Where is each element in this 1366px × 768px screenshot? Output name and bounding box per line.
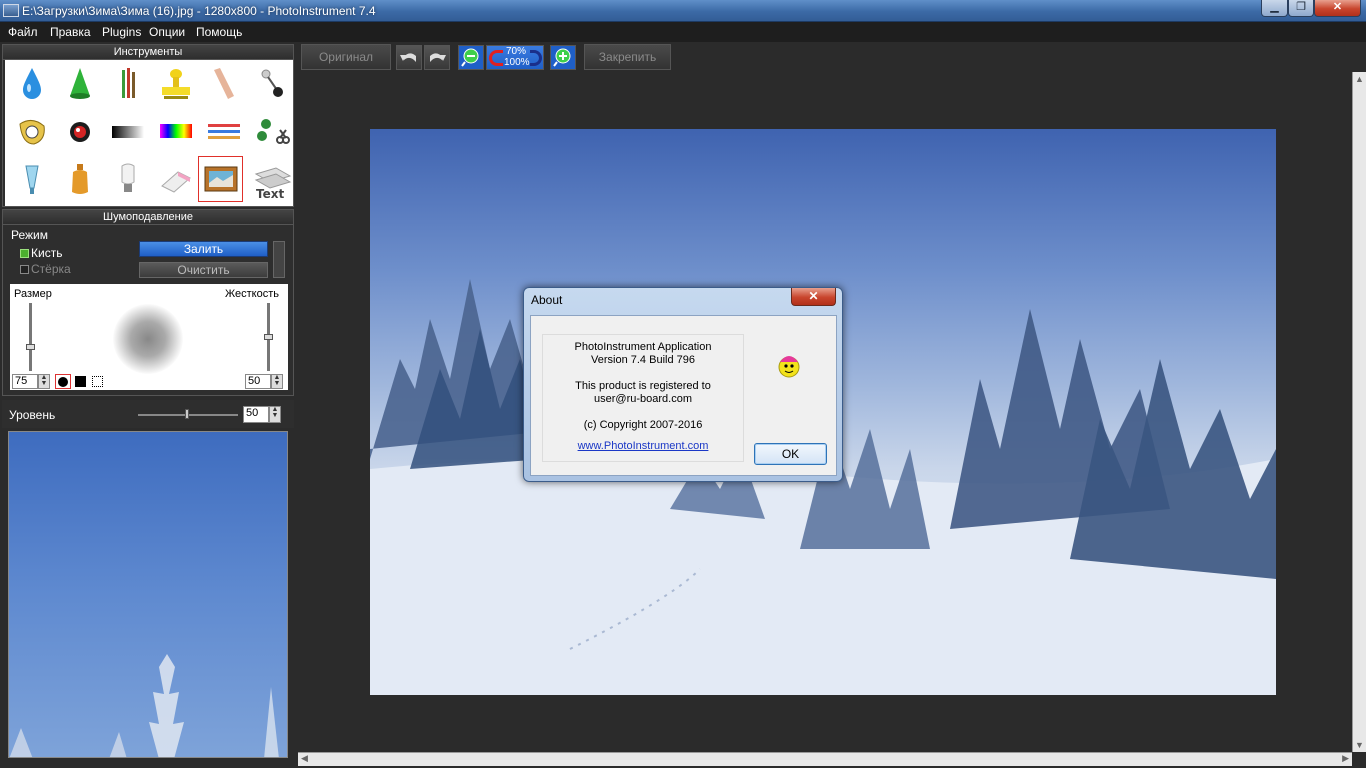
square-brush-icon[interactable] [75,376,86,387]
zoom-rotate-left-icon[interactable] [489,50,503,66]
size-input[interactable]: 75 [12,374,38,389]
close-button[interactable]: ✕ [1314,0,1361,17]
scroll-up-icon[interactable]: ▲ [1355,74,1364,84]
about-info-box: PhotoInstrument Application Version 7.4 … [542,334,744,462]
level-slider-thumb[interactable] [185,409,189,419]
tools-panel: Инструменты Text [2,44,294,207]
menu-help[interactable]: Помощь [196,25,242,39]
svg-text:Text: Text [256,187,284,201]
size-spinner[interactable]: ▲ ▼ [38,374,50,389]
about-copyright: (c) Copyright 2007-2016 [583,419,703,431]
skin-tool-icon[interactable] [202,62,246,106]
preview-trees-graphic [9,654,279,757]
clear-button[interactable]: Очистить [139,262,268,278]
stamp-tool-icon[interactable] [154,62,198,106]
mode-label: Режим [11,228,48,242]
title-bar: E:\Загрузки\Зима\Зима (16).jpg - 1280x80… [0,0,1366,22]
redo-icon[interactable] [424,45,450,70]
fill-button[interactable]: Залить [139,241,268,257]
pin-tool-icon[interactable] [250,62,294,106]
level-spinner[interactable]: ▲ ▼ [269,406,281,423]
zoom-in-icon[interactable] [550,45,576,70]
menu-options[interactable]: Опции [149,25,185,39]
noise-reduction-title: Шумоподавление [3,210,293,225]
hardness-slider-thumb[interactable] [264,334,273,340]
about-version: Version 7.4 Build 796 [591,354,695,366]
brush-checkbox[interactable] [20,249,29,258]
selection-brush-icon[interactable] [92,376,103,387]
original-button[interactable]: Оригинал [301,44,391,70]
bottle-tool-icon[interactable] [58,158,102,202]
clone-scissors-tool-icon[interactable] [250,110,294,154]
about-registered-line1: This product is registered to [575,380,711,392]
menu-bar: Файл Правка Plugins Опции Помощь [0,22,1366,42]
zoom-preview[interactable] [8,431,288,758]
zoom-value-top: 70% [506,46,527,57]
maximize-button[interactable]: ❐ [1288,0,1314,17]
size-slider-thumb[interactable] [26,344,35,350]
eraser-label: Стёрка [31,262,71,276]
level-input[interactable]: 50 [243,406,269,423]
about-title: About [531,293,563,307]
brush-settings-box: Размер Жесткость 75 ▲ ▼ 50 ▲ ▼ [10,284,288,390]
about-registered-line2: user@ru-board.com [594,393,692,405]
hardness-input[interactable]: 50 [245,374,271,389]
brush-label: Кисть [31,246,63,260]
gradient-tool-icon[interactable] [106,110,150,154]
menu-plugins[interactable]: Plugins [102,25,141,39]
eraser-tool-icon[interactable] [154,158,198,202]
minimize-button[interactable]: ▁ [1261,0,1288,17]
lamp-tool-icon[interactable] [106,158,150,202]
lines-tool-icon[interactable] [202,110,246,154]
about-website-link[interactable]: www.PhotoInstrument.com [578,440,709,452]
zoom-value-bottom: 100% [504,57,530,68]
menu-edit[interactable]: Правка [50,25,91,39]
size-slider[interactable] [29,303,32,371]
about-dialog: About ✕ PhotoInstrument Application Vers… [523,287,843,482]
scroll-left-icon[interactable]: ◀ [301,753,308,764]
ok-button[interactable]: OK [754,443,827,465]
level-label: Уровень [9,408,56,422]
tube-tool-icon[interactable] [10,158,54,202]
cone-tool-icon[interactable] [58,62,102,106]
window-title: E:\Загрузки\Зима\Зима (16).jpg - 1280x80… [22,4,376,18]
drop-tool-icon[interactable] [10,62,54,106]
tools-panel-title: Инструменты [3,45,293,60]
hardness-label: Жесткость [225,288,280,300]
about-close-button[interactable]: ✕ [791,288,836,306]
menu-file[interactable]: Файл [8,25,38,39]
text-tool-icon[interactable]: Text [250,158,294,202]
brushes-tool-icon[interactable] [106,62,150,106]
clock-warp-tool-icon[interactable] [10,110,54,154]
undo-icon[interactable] [396,45,422,70]
horizontal-scrollbar[interactable]: ◀ ▶ [298,752,1352,766]
scroll-right-icon[interactable]: ▶ [1342,753,1349,764]
level-row: Уровень 50 ▲ ▼ [2,400,294,428]
size-label: Размер [14,288,52,300]
panel-side-scroll[interactable] [273,241,285,278]
brush-preview [113,304,183,374]
zoom-control[interactable]: 70% 100% [486,45,544,70]
red-eye-tool-icon[interactable] [58,110,102,154]
about-app-name: PhotoInstrument Application [574,341,712,353]
eraser-checkbox[interactable] [20,265,29,274]
toolbar: Оригинал 70% 100% Закрепить [298,42,1364,72]
smiley-icon [776,352,802,378]
zoom-rotate-right-icon[interactable] [530,50,542,66]
vertical-scrollbar[interactable]: ▲ ▼ [1352,72,1366,752]
hardness-spinner[interactable]: ▲ ▼ [271,374,283,389]
pin-button[interactable]: Закрепить [584,44,671,70]
scroll-down-icon[interactable]: ▼ [1355,740,1364,750]
about-body: PhotoInstrument Application Version 7.4 … [530,315,837,476]
noise-reduction-tool-icon[interactable] [198,156,243,202]
noise-reduction-panel: Шумоподавление Режим Кисть Стёрка Залить… [2,209,294,396]
app-icon[interactable] [3,4,19,17]
spectrum-tool-icon[interactable] [154,110,198,154]
round-brush-icon[interactable] [55,374,71,389]
tool-grid: Text [5,60,293,206]
zoom-out-icon[interactable] [458,45,484,70]
